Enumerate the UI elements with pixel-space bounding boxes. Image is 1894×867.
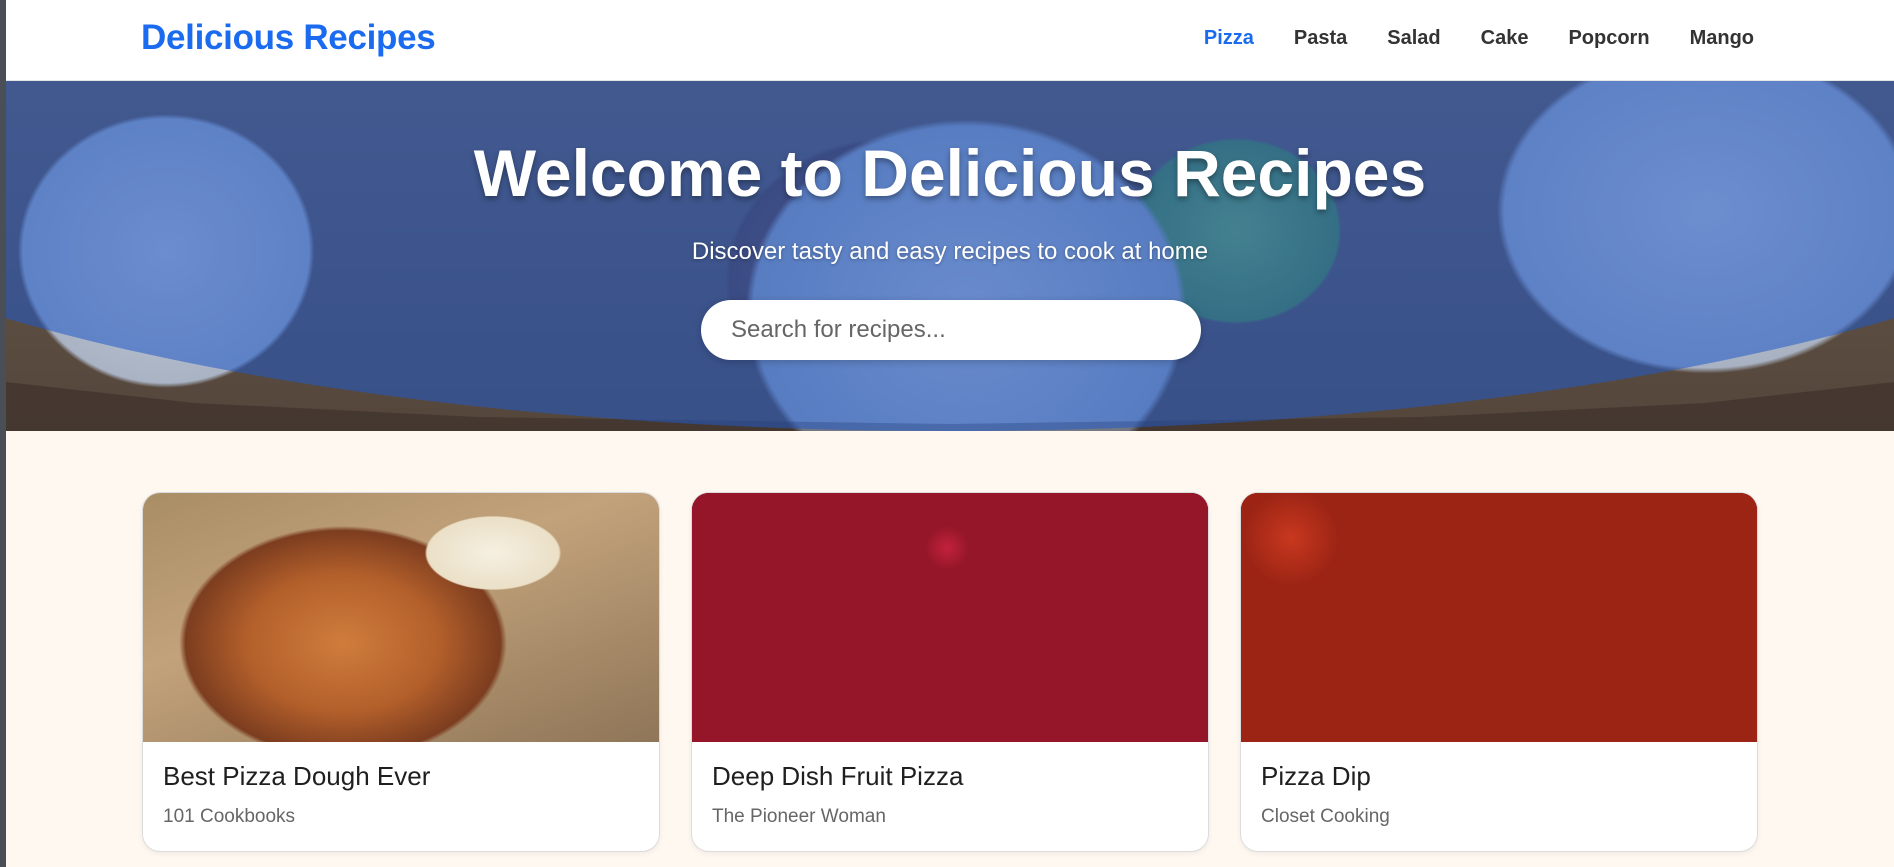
recipe-image-fruit-pizza[interactable] [692,493,1208,742]
recipe-card[interactable]: Best Pizza Dough Ever 101 Cookbooks [142,492,660,852]
hero-subtitle: Discover tasty and easy recipes to cook … [691,238,1209,265]
hero-banner: Welcome to Delicious Recipes Discover ta… [6,81,1894,431]
nav-link-cake[interactable]: Cake [1481,27,1529,50]
recipe-source: Closet Cooking [1261,806,1390,827]
nav-link-popcorn[interactable]: Popcorn [1568,27,1649,50]
recipe-card-grid: Best Pizza Dough Ever 101 Cookbooks Deep… [142,492,1758,852]
nav-link-pizza[interactable]: Pizza [1204,27,1254,50]
recipe-source: 101 Cookbooks [163,806,296,827]
hero-title: Welcome to Delicious Recipes [473,136,1427,210]
window-edge [0,0,6,867]
recipe-image-pizza-dough[interactable] [143,493,659,742]
nav-links: Pizza Pasta Salad Cake Popcorn Mango [1204,27,1754,50]
recipe-title[interactable]: Pizza Dip [1261,761,1737,792]
nav-link-pasta[interactable]: Pasta [1294,27,1347,50]
recipe-card-body: Deep Dish Fruit Pizza The Pioneer Woman [692,742,1208,847]
nav-link-salad[interactable]: Salad [1387,27,1440,50]
recipe-card-body: Pizza Dip Closet Cooking [1241,742,1757,847]
brand-logo-link[interactable]: Delicious Recipes [141,18,436,58]
recipe-title[interactable]: Deep Dish Fruit Pizza [712,761,1188,792]
recipe-image-pizza-dip[interactable] [1241,493,1757,742]
recipe-title[interactable]: Best Pizza Dough Ever [163,761,639,792]
recipe-search-input[interactable] [701,300,1201,360]
recipe-source: The Pioneer Woman [712,806,886,827]
nav-link-mango[interactable]: Mango [1690,27,1754,50]
recipe-card[interactable]: Pizza Dip Closet Cooking [1240,492,1758,852]
recipe-card[interactable]: Deep Dish Fruit Pizza The Pioneer Woman [691,492,1209,852]
navbar: Delicious Recipes Pizza Pasta Salad Cake… [6,0,1894,81]
recipe-card-body: Best Pizza Dough Ever 101 Cookbooks [143,742,659,847]
